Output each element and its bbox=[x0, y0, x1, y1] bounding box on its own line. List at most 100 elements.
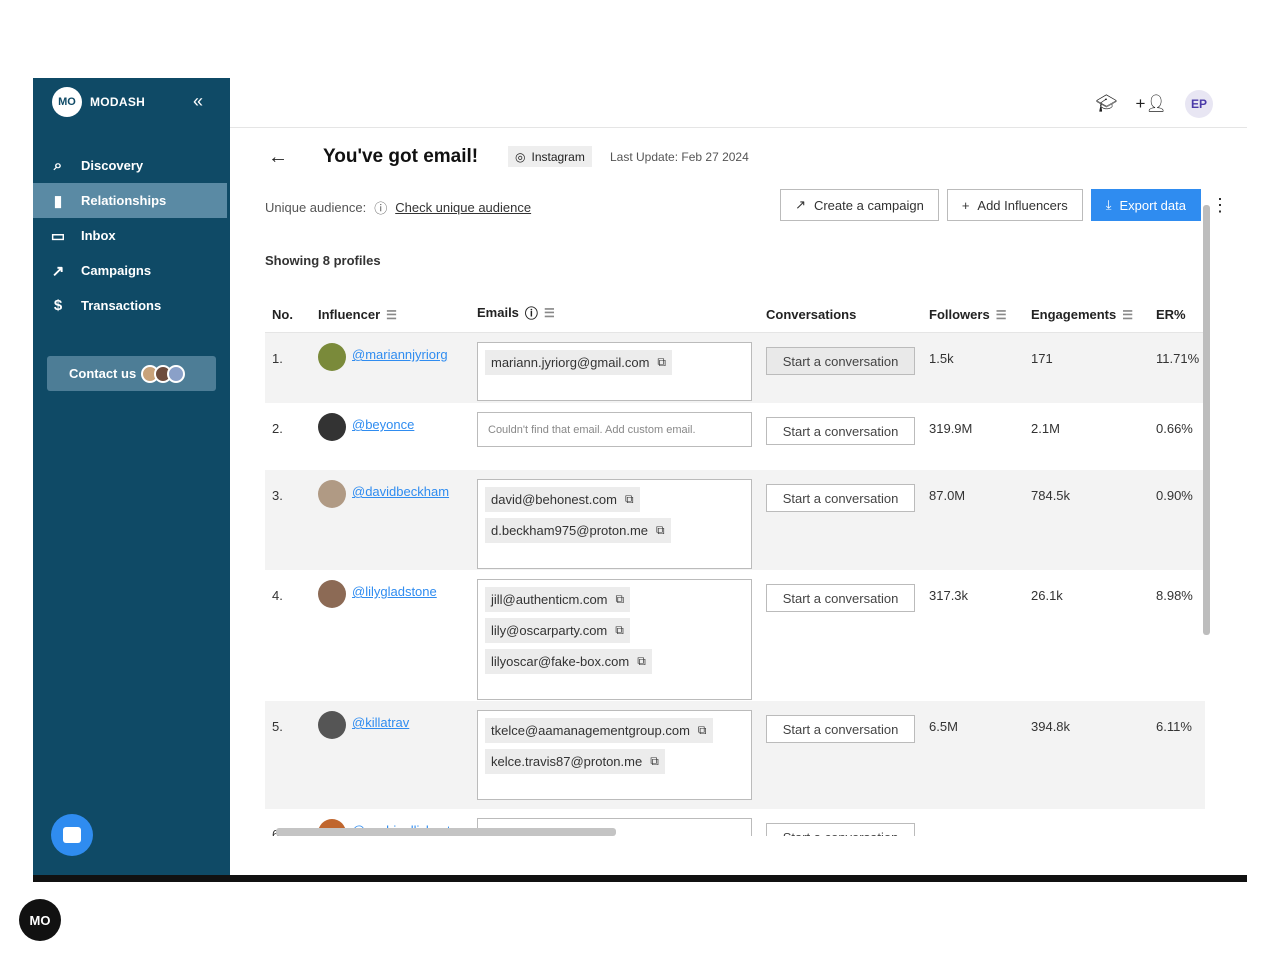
info-icon[interactable]: ⓘ bbox=[525, 303, 538, 322]
influencer-handle[interactable]: @lilygladstone bbox=[352, 580, 437, 608]
start-conversation-button[interactable]: Start a conversation bbox=[766, 823, 915, 836]
row-number: 2. bbox=[272, 421, 283, 436]
filter-icon[interactable]: ☰ bbox=[1122, 308, 1133, 322]
table-row[interactable]: 3. @davidbeckham david@behonest.com ⧉ d.b… bbox=[265, 470, 1205, 570]
add-user-icon[interactable]: +👤︎ bbox=[1135, 94, 1167, 114]
email-box[interactable]: david@behonest.com ⧉ d.beckham975@proton.… bbox=[477, 479, 752, 569]
copy-icon[interactable]: ⧉ bbox=[625, 492, 634, 507]
influencer-handle[interactable]: @mariannjyriorg bbox=[352, 343, 448, 371]
sidebar-item-label: Inbox bbox=[81, 228, 116, 243]
column-engagements[interactable]: Engagements ☰ bbox=[1031, 307, 1156, 322]
copy-icon[interactable]: ⧉ bbox=[698, 723, 707, 738]
column-no: No. bbox=[272, 307, 293, 322]
email-chip[interactable]: jill@authenticm.com ⧉ bbox=[485, 587, 631, 612]
filter-icon[interactable]: ☰ bbox=[996, 308, 1007, 322]
dollar-icon: $ bbox=[53, 297, 63, 314]
er-value: 0.90% bbox=[1156, 488, 1193, 503]
sidebar-item-campaigns[interactable]: ↗ Campaigns bbox=[33, 253, 230, 288]
sidebar-item-discovery[interactable]: ⌕ Discovery bbox=[33, 148, 230, 183]
start-conversation-button[interactable]: Start a conversation bbox=[766, 584, 915, 612]
er-value: 0.66% bbox=[1156, 421, 1193, 436]
column-er[interactable]: ER% bbox=[1156, 307, 1205, 322]
copy-icon[interactable]: ⧉ bbox=[650, 754, 659, 769]
contact-us-label: Contact us bbox=[69, 366, 137, 381]
filter-icon[interactable]: ☰ bbox=[544, 306, 555, 320]
trend-icon: ↗ bbox=[51, 262, 65, 280]
topbar: 🎓︎ +👤︎ EP bbox=[230, 78, 1247, 128]
check-unique-audience-link[interactable]: Check unique audience bbox=[395, 200, 531, 215]
chat-launcher-button[interactable] bbox=[51, 814, 93, 856]
start-conversation-button[interactable]: Start a conversation bbox=[766, 417, 915, 445]
trend-icon: ↗ bbox=[795, 197, 806, 212]
export-data-label: Export data bbox=[1119, 197, 1187, 213]
influencer-handle[interactable]: @killatrav bbox=[352, 711, 409, 739]
start-conversation-button[interactable]: Start a conversation bbox=[766, 484, 915, 512]
filter-icon[interactable]: ☰ bbox=[386, 308, 397, 322]
horizontal-scrollbar[interactable] bbox=[276, 828, 616, 836]
column-influencer[interactable]: Influencer ☰ bbox=[318, 307, 477, 322]
sidebar-item-relationships[interactable]: ▮ Relationships bbox=[33, 183, 227, 218]
start-conversation-button[interactable]: Start a conversation bbox=[766, 347, 915, 375]
platform-badge: ◎ Instagram bbox=[508, 146, 592, 167]
email-chip[interactable]: d.beckham975@proton.me ⧉ bbox=[485, 518, 671, 543]
vertical-scrollbar[interactable] bbox=[1203, 205, 1210, 635]
email-box[interactable]: mariann.jyriorg@gmail.com ⧉ bbox=[477, 342, 752, 401]
avatar bbox=[318, 480, 346, 508]
contact-us-button[interactable]: Contact us bbox=[47, 356, 216, 391]
influencer-handle[interactable]: @beyonce bbox=[352, 413, 414, 441]
graduation-cap-icon[interactable]: 🎓︎ bbox=[1096, 94, 1118, 114]
email-box[interactable]: tkelce@aamanagementgroup.com ⧉ kelce.trav… bbox=[477, 710, 752, 800]
action-buttons: ↗ Create a campaign + Add Influencers ⤓ … bbox=[780, 189, 1201, 221]
sidebar-nav: ⌕ Discovery ▮ Relationships ▭ Inbox ↗ Ca… bbox=[33, 148, 230, 323]
row-number: 5. bbox=[272, 719, 283, 734]
brand[interactable]: MO MODASH bbox=[52, 87, 145, 117]
copy-icon[interactable]: ⧉ bbox=[656, 523, 665, 538]
email-chip[interactable]: david@behonest.com ⧉ bbox=[485, 487, 640, 512]
back-arrow-icon[interactable]: ← bbox=[268, 146, 288, 169]
create-campaign-button[interactable]: ↗ Create a campaign bbox=[780, 189, 939, 221]
user-avatar[interactable]: EP bbox=[1185, 90, 1213, 118]
create-campaign-label: Create a campaign bbox=[813, 197, 924, 213]
start-conversation-button[interactable]: Start a conversation bbox=[766, 715, 915, 743]
table-header: No. Influencer ☰ Emails ⓘ ☰ Conversations F… bbox=[265, 293, 1205, 333]
followers-value: 1.5k bbox=[929, 351, 954, 366]
table-row[interactable]: 2. @beyonce Couldn't find that email. Ad… bbox=[265, 403, 1205, 470]
copy-icon[interactable]: ⧉ bbox=[615, 623, 624, 638]
more-options-icon[interactable]: ⋮ bbox=[1211, 195, 1229, 216]
email-chip[interactable]: kelce.travis87@proton.me ⧉ bbox=[485, 749, 665, 774]
instagram-icon: ◎ bbox=[515, 149, 526, 164]
row-number: 3. bbox=[272, 488, 283, 503]
download-icon: ⤓ bbox=[1105, 197, 1112, 212]
page-title: You've got email! bbox=[323, 146, 479, 167]
copy-icon[interactable]: ⧉ bbox=[637, 654, 646, 669]
email-box[interactable]: jill@authenticm.com ⧉ lily@oscarparty.com… bbox=[477, 579, 752, 700]
email-chip[interactable]: mariann.jyriorg@gmail.com ⧉ bbox=[485, 350, 672, 375]
add-influencers-button[interactable]: + Add Influencers bbox=[946, 189, 1083, 221]
info-icon[interactable]: ⓘ bbox=[374, 198, 387, 217]
avatar bbox=[318, 343, 346, 371]
er-value: 6.11% bbox=[1156, 719, 1192, 734]
sidebar-item-inbox[interactable]: ▭ Inbox bbox=[33, 218, 230, 253]
copy-icon[interactable]: ⧉ bbox=[657, 355, 666, 370]
er-value: 11.71% bbox=[1156, 351, 1200, 366]
collapse-sidebar-icon[interactable]: « bbox=[193, 91, 203, 112]
column-followers[interactable]: Followers ☰ bbox=[929, 307, 1031, 322]
engagements-value: 784.5k bbox=[1031, 488, 1071, 503]
unique-audience-label: Unique audience: bbox=[265, 200, 367, 215]
email-chip[interactable]: tkelce@aamanagementgroup.com ⧉ bbox=[485, 718, 713, 743]
table-row[interactable]: 5. @killatrav tkelce@aamanagementgroup.c… bbox=[265, 701, 1205, 809]
sidebar: MO MODASH « ⌕ Discovery ▮ Relationships … bbox=[33, 78, 230, 875]
custom-email-input[interactable]: Couldn't find that email. Add custom ema… bbox=[477, 412, 752, 447]
export-data-button[interactable]: ⤓ Export data bbox=[1090, 189, 1201, 221]
table-row[interactable]: 4. @lilygladstone jill@authenticm.com ⧉ l… bbox=[265, 570, 1205, 701]
influencer-handle[interactable]: @davidbeckham bbox=[352, 480, 449, 508]
table-row[interactable]: 1. @mariannjyriorg mariann.jyriorg@gmail… bbox=[265, 333, 1205, 403]
engagements-value: 26.1k bbox=[1031, 588, 1063, 603]
email-chip[interactable]: lilyoscar@fake-box.com ⧉ bbox=[485, 649, 652, 674]
sidebar-item-transactions[interactable]: $ Transactions bbox=[33, 288, 230, 323]
column-conversations: Conversations bbox=[766, 307, 857, 322]
copy-icon[interactable]: ⧉ bbox=[616, 592, 625, 607]
row-number: 4. bbox=[272, 588, 283, 603]
email-chip[interactable]: lily@oscarparty.com ⧉ bbox=[485, 618, 630, 643]
column-emails[interactable]: Emails ⓘ ☰ bbox=[477, 303, 766, 322]
